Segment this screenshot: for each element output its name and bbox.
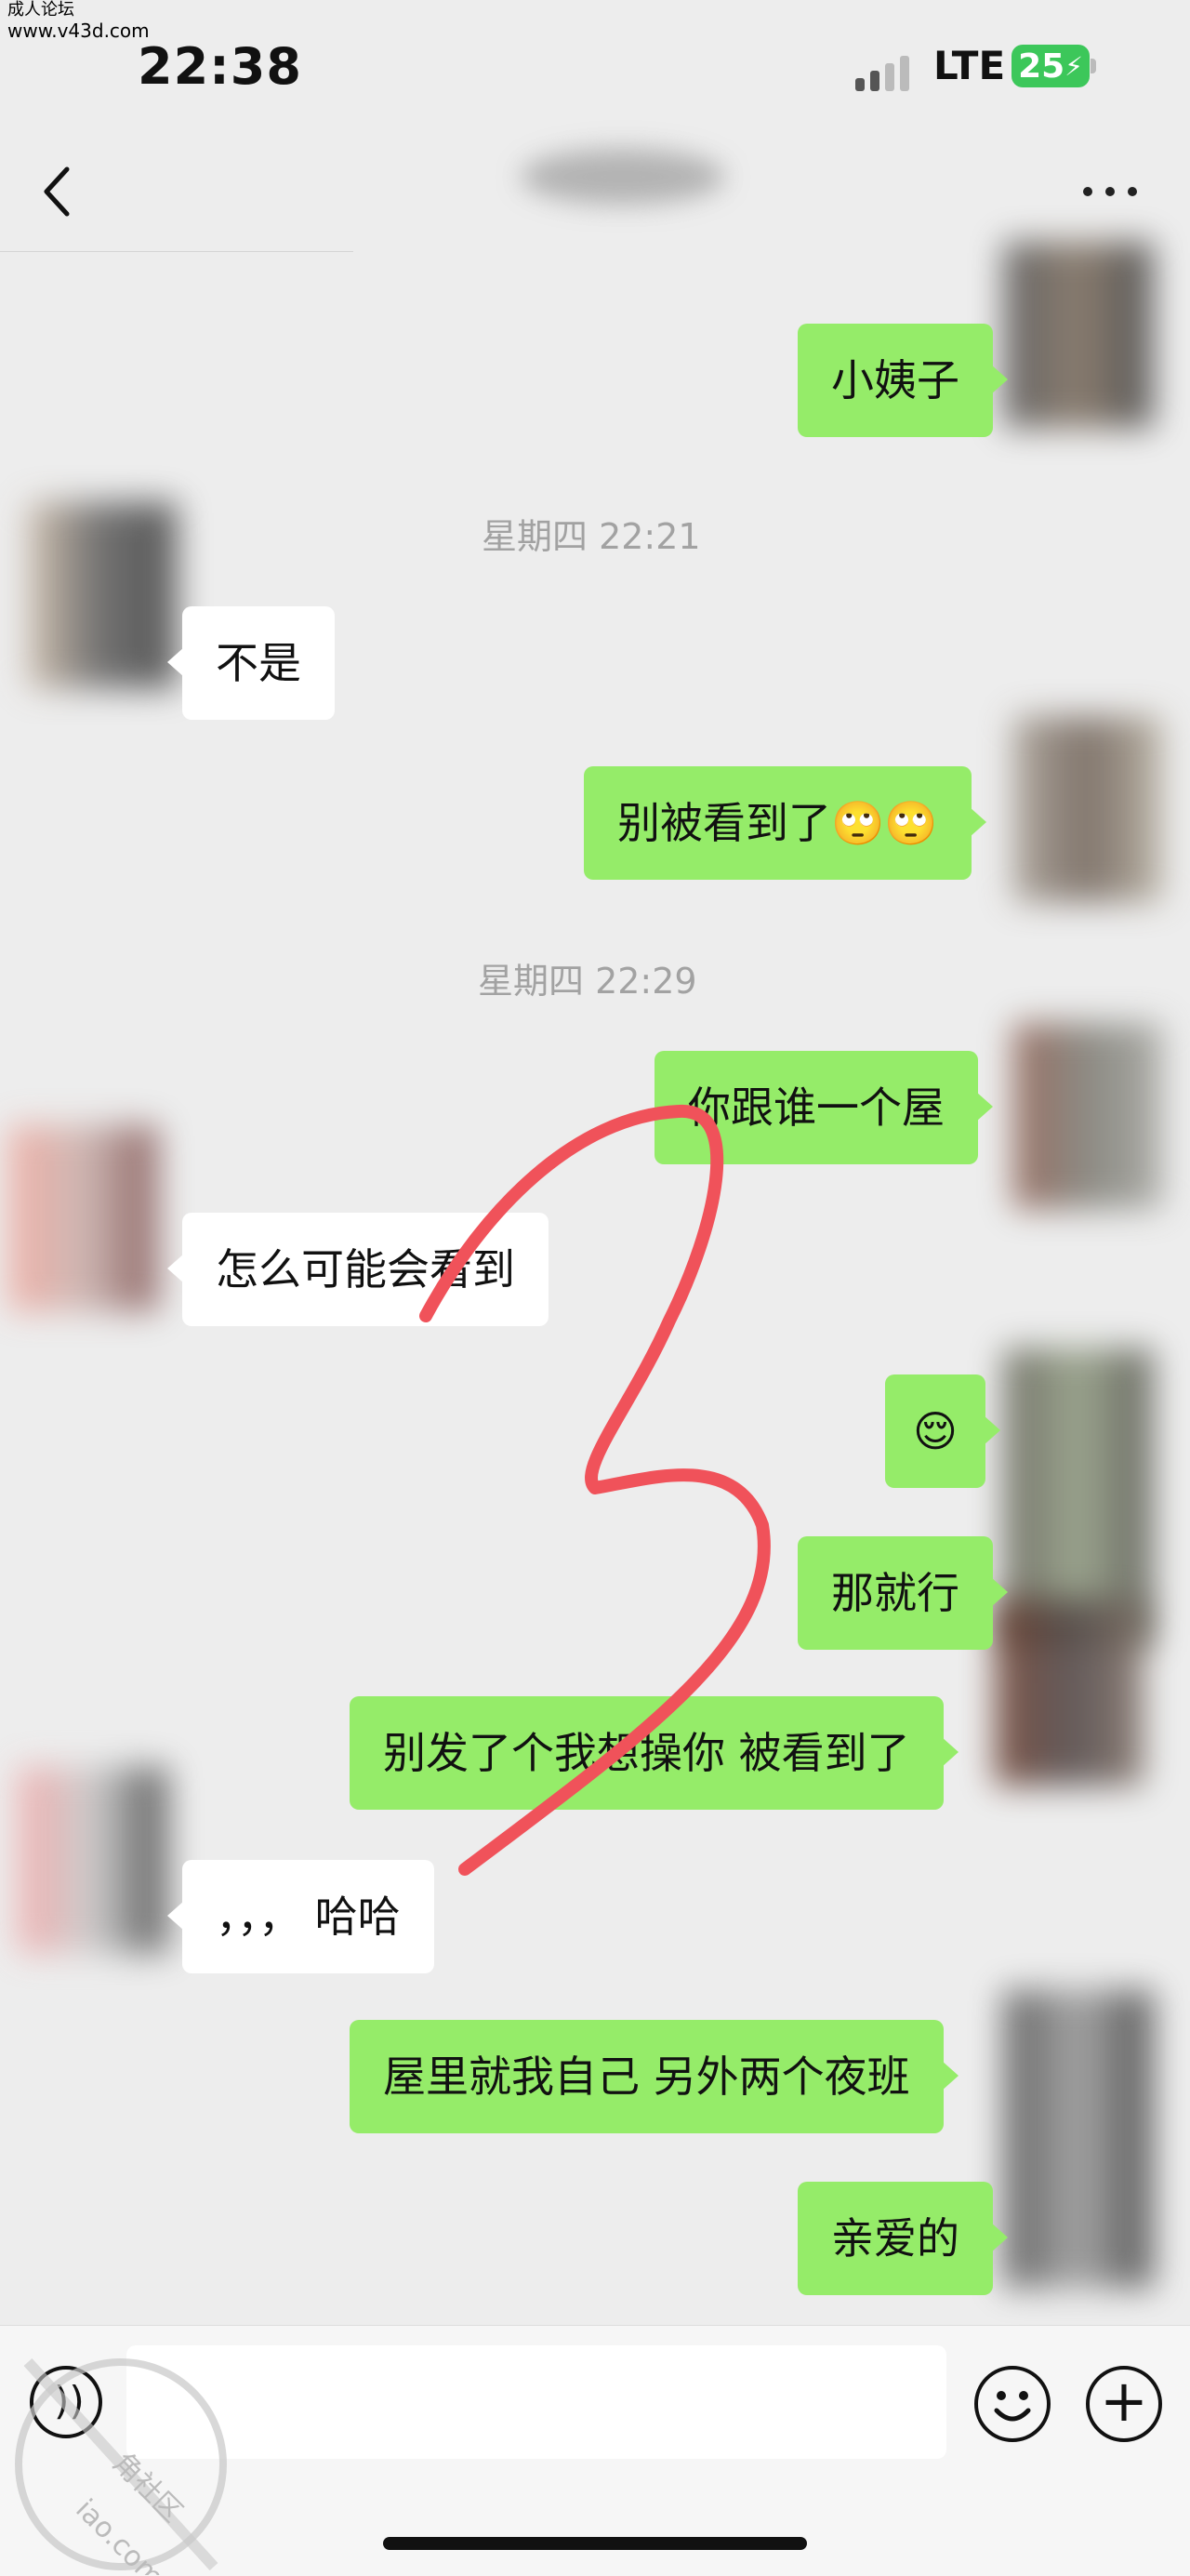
plus-button[interactable]: + — [1086, 2366, 1162, 2442]
contact-avatar — [28, 502, 177, 688]
watermark-line-2: www.v43d.com — [7, 20, 150, 42]
message-bubble-mine[interactable]: 屋里就我自己 另外两个夜班 — [350, 2020, 959, 2133]
battery-icon: 25 ⚡ — [1012, 45, 1090, 87]
watermark-line-1: 成人论坛 — [7, 0, 74, 20]
more-button[interactable] — [1083, 181, 1139, 200]
battery-tip — [1091, 59, 1096, 73]
back-button[interactable] — [39, 164, 76, 219]
signal-icon — [855, 54, 913, 91]
network-type: LTE — [933, 43, 1006, 88]
message-bubble-theirs[interactable]: ，，， 哈哈 — [167, 1860, 434, 1973]
message-bubble-mine[interactable]: 小姨子 — [798, 324, 1008, 437]
my-avatar — [1013, 716, 1162, 902]
timestamp: 星期四 22:21 — [482, 516, 701, 557]
voice-button[interactable]: )) — [30, 2366, 102, 2438]
watermark-text: 成人论坛 www.v43d.com — [7, 0, 150, 41]
status-time: 22:38 — [138, 37, 302, 96]
message-bubble-theirs[interactable]: 怎么可能会看到 — [167, 1213, 549, 1326]
contact-avatar — [9, 1125, 158, 1311]
contact-avatar — [19, 1767, 167, 1953]
my-avatar — [1004, 242, 1153, 428]
voice-icon: )) — [54, 2378, 85, 2423]
battery-level: 25 — [1018, 46, 1065, 86]
message-input[interactable] — [126, 2345, 946, 2459]
emoji-button[interactable] — [974, 2366, 1051, 2442]
timestamp: 星期四 22:29 — [478, 961, 697, 1002]
message-bubble-mine[interactable]: 别发了个我想操你 被看到了 — [350, 1696, 959, 1810]
chevron-left-icon — [44, 166, 70, 217]
message-bubble-mine[interactable]: 你跟谁一个屋 — [654, 1051, 993, 1164]
message-bubble-mine[interactable]: 😌 — [885, 1374, 1000, 1488]
message-bubble-mine[interactable]: 那就行 — [798, 1536, 1008, 1650]
contact-name-blurred — [521, 149, 725, 205]
message-bubble-mine[interactable]: 亲爱的 — [798, 2182, 1008, 2295]
plus-icon: + — [1100, 2367, 1148, 2435]
my-avatar — [1013, 1023, 1162, 1209]
my-avatar — [995, 1600, 1144, 1786]
emoji-icon — [994, 2391, 1031, 2422]
my-avatar — [1004, 1990, 1153, 2288]
message-bubble-mine[interactable]: 别被看到了🙄🙄 — [584, 766, 986, 880]
home-indicator — [383, 2537, 807, 2550]
header-divider — [0, 251, 353, 252]
message-bubble-theirs[interactable]: 不是 — [167, 606, 335, 720]
